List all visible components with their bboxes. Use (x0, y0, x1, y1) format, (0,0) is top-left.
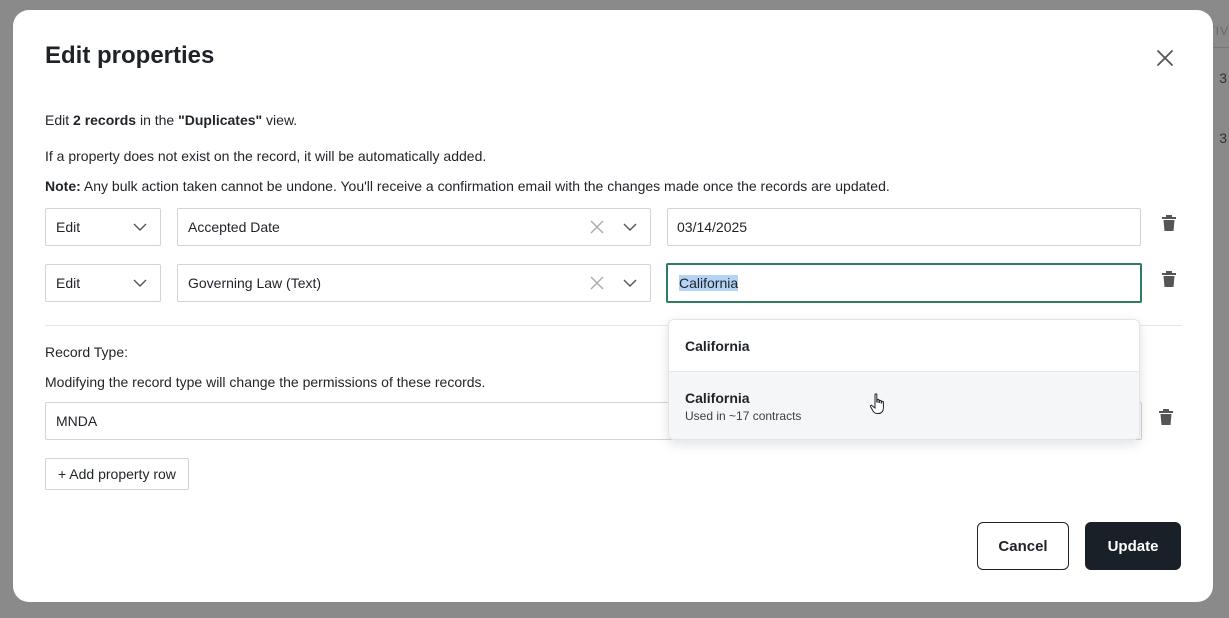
property-label: Governing Law (Text) (188, 275, 322, 291)
modal-title: Edit properties (45, 42, 215, 69)
intro-text: Edit 2 records in the "Duplicates" view. (45, 112, 297, 128)
row-1-value-input[interactable]: 03/14/2025 (667, 208, 1141, 246)
row-1-property-select[interactable]: Accepted Date (177, 208, 651, 246)
option-usage-count: Used in ~17 contracts (685, 409, 802, 423)
chevron-down-icon (623, 223, 637, 231)
clear-icon[interactable] (590, 220, 604, 234)
row-1-action-select[interactable]: Edit (45, 208, 161, 246)
trash-icon[interactable] (1157, 408, 1175, 426)
intro-prefix: Edit (45, 112, 74, 128)
record-type-description: Modifying the record type will change th… (45, 374, 486, 390)
chevron-down-icon (623, 279, 637, 287)
note-label: Note: (45, 178, 81, 194)
update-button[interactable]: Update (1085, 522, 1181, 570)
intro-middle: in the (136, 112, 179, 128)
option-label: California (685, 337, 750, 354)
chevron-down-icon (133, 223, 147, 231)
suggestion-option[interactable]: California Used in ~17 contracts (669, 372, 1139, 439)
value-text: California (679, 275, 739, 291)
warning-note: Note: Any bulk action taken cannot be un… (45, 178, 890, 194)
cell-value: 3 (1219, 130, 1227, 146)
record-count: 2 records (73, 112, 137, 128)
hand-pointer-icon (869, 393, 884, 414)
add-property-row-button[interactable]: + Add property row (45, 458, 189, 490)
note-text: Any bulk action taken cannot be undone. … (80, 178, 890, 194)
trash-icon[interactable] (1160, 270, 1178, 288)
trash-icon[interactable] (1160, 214, 1178, 232)
option-label: California (685, 390, 750, 406)
chevron-down-icon (133, 279, 147, 287)
cancel-button[interactable]: Cancel (977, 522, 1069, 570)
cell-value: 3 (1219, 70, 1227, 86)
intro-suffix: view. (262, 112, 298, 128)
record-type-label: Record Type: (45, 344, 129, 360)
row-2-value-input[interactable]: California (666, 263, 1142, 303)
auto-add-note: If a property does not exist on the reco… (45, 148, 487, 164)
property-label: Accepted Date (188, 219, 280, 235)
action-label: Edit (56, 275, 81, 291)
row-2-property-select[interactable]: Governing Law (Text) (177, 264, 651, 302)
suggestion-option[interactable]: California (669, 320, 1139, 372)
value-text: 03/14/2025 (677, 219, 748, 235)
row-2-action-select[interactable]: Edit (45, 264, 161, 302)
value-suggestions-dropdown: California California Used in ~17 contra… (668, 319, 1140, 440)
close-icon (1157, 50, 1173, 66)
close-button[interactable] (1153, 46, 1177, 70)
clear-icon[interactable] (590, 276, 604, 290)
action-label: Edit (56, 219, 81, 235)
view-name: "Duplicates" (178, 112, 263, 128)
edit-properties-modal: Edit properties Edit 2 records in the "D… (13, 10, 1213, 602)
